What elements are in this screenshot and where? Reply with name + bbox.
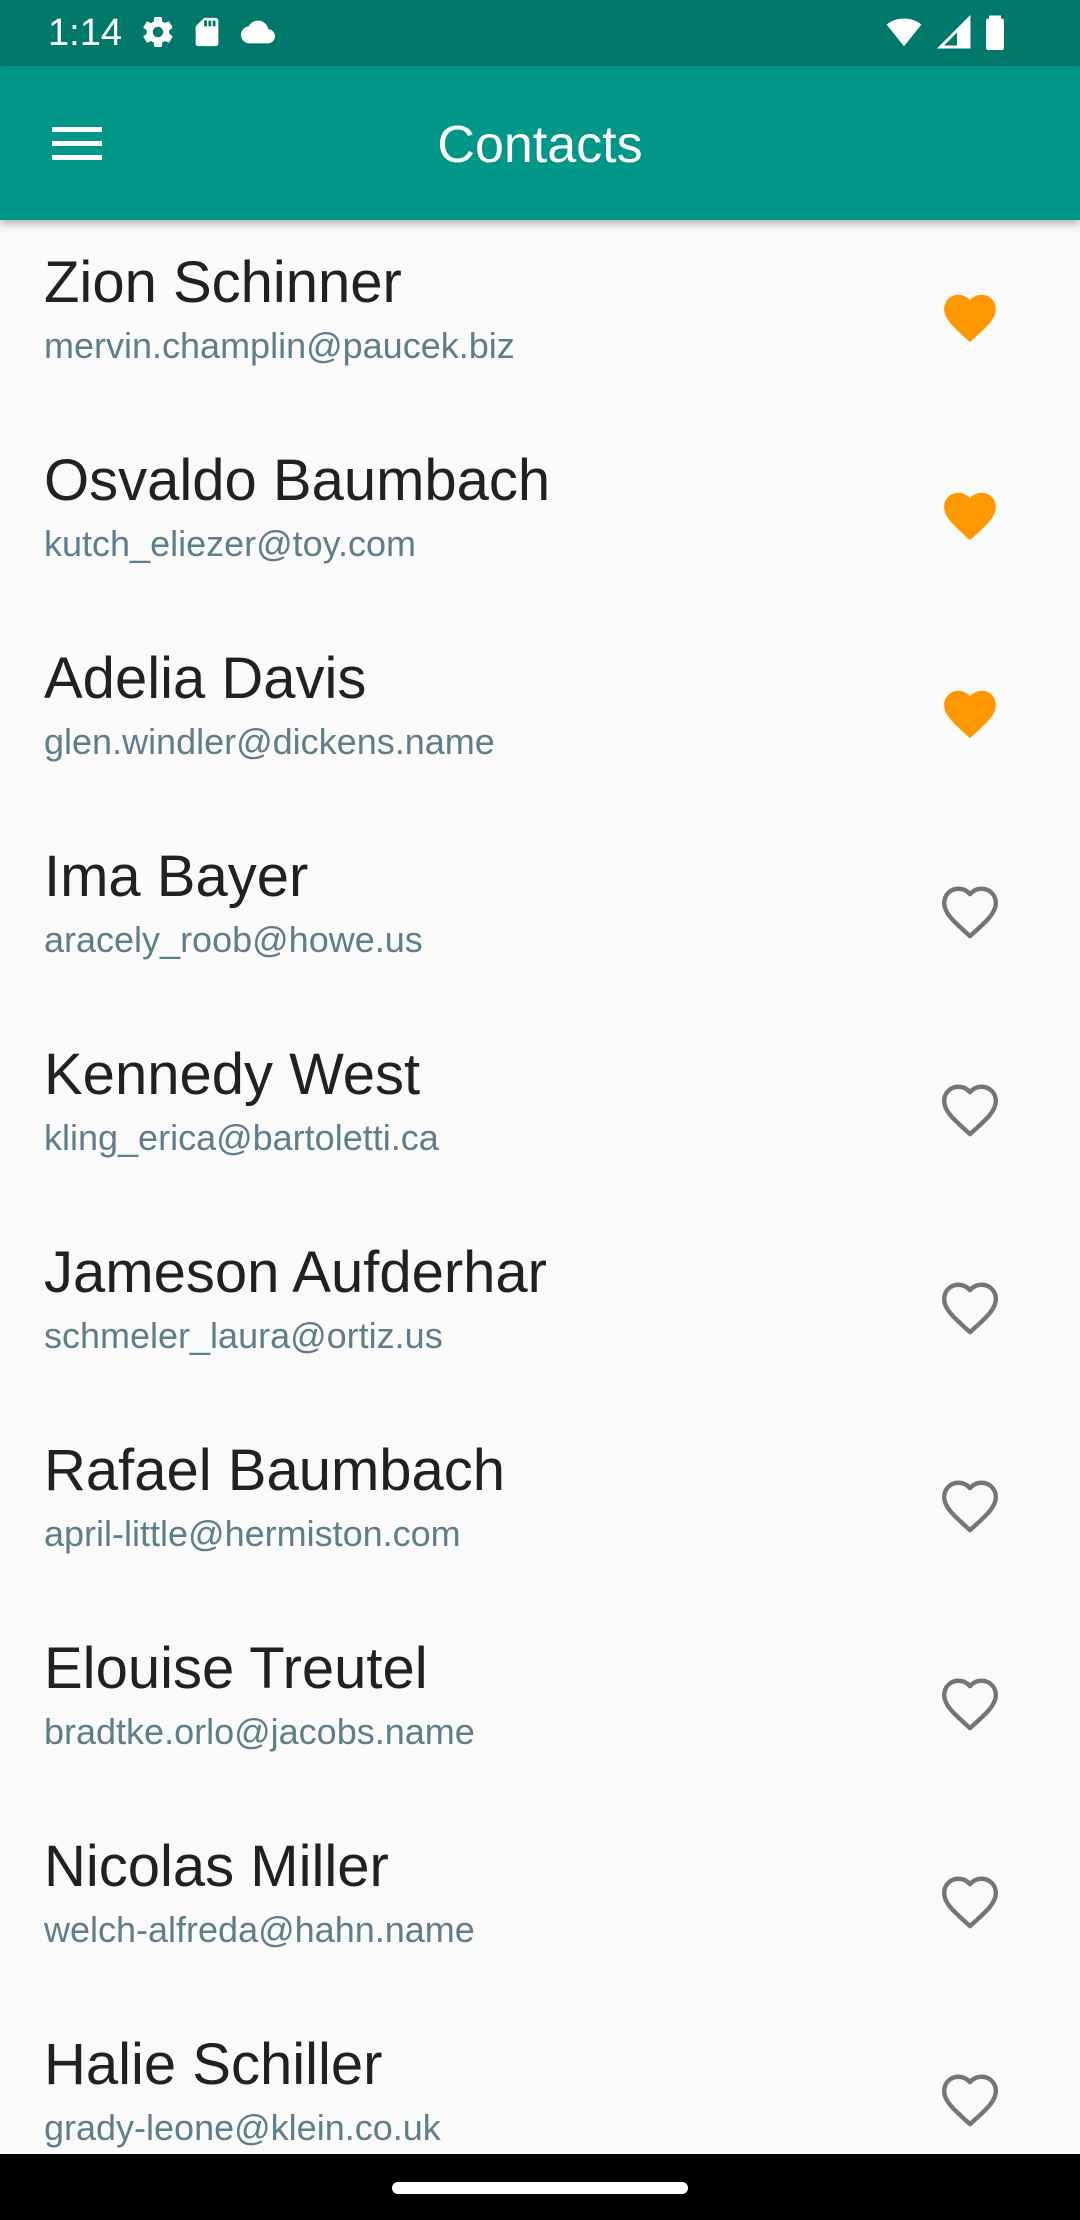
heart-filled-icon xyxy=(944,294,996,343)
settings-icon xyxy=(140,14,176,55)
signal-icon xyxy=(936,14,972,55)
contact-email: bradtke.orlo@jacobs.name xyxy=(44,1711,475,1752)
favorite-button[interactable] xyxy=(922,468,1018,564)
contact-email: glen.windler@dickens.name xyxy=(44,721,495,762)
contact-row[interactable]: Nicolas Miller welch-alfreda@hahn.name xyxy=(0,1804,1080,2002)
contact-name: Elouise Treutel xyxy=(44,1636,428,1701)
contact-name: Zion Schinner xyxy=(44,250,402,315)
favorite-button[interactable] xyxy=(922,2052,1018,2148)
heart-outline-icon xyxy=(941,1480,999,1533)
favorite-button[interactable] xyxy=(922,1260,1018,1356)
contact-name: Nicolas Miller xyxy=(44,1834,389,1899)
favorite-button[interactable] xyxy=(922,1062,1018,1158)
contact-email: schmeler_laura@ortiz.us xyxy=(44,1315,443,1356)
status-icons-left xyxy=(140,14,278,54)
contact-email: welch-alfreda@hahn.name xyxy=(44,1909,475,1950)
contact-name: Adelia Davis xyxy=(44,646,367,711)
contact-name: Kennedy West xyxy=(44,1042,421,1107)
contact-name: Jameson Aufderhar xyxy=(44,1240,547,1305)
contact-row[interactable]: Halie Schiller grady-leone@klein.co.uk xyxy=(0,2002,1080,2154)
contact-list[interactable]: Zion Schinner mervin.champlin@paucek.biz O… xyxy=(0,220,1080,2154)
sd-card-icon xyxy=(190,15,224,54)
favorite-button[interactable] xyxy=(922,666,1018,762)
contact-row[interactable]: Ima Bayer aracely_roob@howe.us xyxy=(0,814,1080,1012)
status-time: 1:14 xyxy=(48,12,122,54)
wifi-icon xyxy=(884,14,924,55)
heart-outline-icon xyxy=(941,1678,999,1731)
contact-row[interactable]: Osvaldo Baumbach kutch_eliezer@toy.com xyxy=(0,418,1080,616)
home-gesture-handle[interactable] xyxy=(392,2182,688,2194)
heart-outline-icon xyxy=(941,1876,999,1929)
heart-outline-icon xyxy=(941,886,999,939)
battery-icon xyxy=(984,14,1006,55)
cloud-icon xyxy=(238,15,278,54)
contact-name: Halie Schiller xyxy=(44,2032,383,2097)
navigation-bar xyxy=(0,2154,1080,2220)
heart-outline-icon xyxy=(941,1084,999,1137)
favorite-button[interactable] xyxy=(922,1854,1018,1950)
favorite-button[interactable] xyxy=(922,270,1018,366)
contact-name: Osvaldo Baumbach xyxy=(44,448,551,513)
favorite-button[interactable] xyxy=(922,1656,1018,1752)
app-bar: Contacts xyxy=(0,66,1080,220)
heart-filled-icon xyxy=(944,690,996,739)
contact-email: mervin.champlin@paucek.biz xyxy=(44,325,515,366)
contact-row[interactable]: Elouise Treutel bradtke.orlo@jacobs.name xyxy=(0,1606,1080,1804)
contact-row[interactable]: Zion Schinner mervin.champlin@paucek.biz xyxy=(0,220,1080,418)
contact-email: aracely_roob@howe.us xyxy=(44,919,423,960)
contact-row[interactable]: Jameson Aufderhar schmeler_laura@ortiz.us xyxy=(0,1210,1080,1408)
contact-email: grady-leone@klein.co.uk xyxy=(44,2107,441,2148)
contact-name: Ima Bayer xyxy=(44,844,309,909)
contact-row[interactable]: Rafael Baumbach april-little@hermiston.co… xyxy=(0,1408,1080,1606)
status-bar: 1:14 xyxy=(0,0,1080,66)
contact-email: kutch_eliezer@toy.com xyxy=(44,523,417,564)
contact-email: april-little@hermiston.com xyxy=(44,1513,461,1554)
favorite-button[interactable] xyxy=(922,864,1018,960)
contact-name: Rafael Baumbach xyxy=(44,1438,506,1503)
favorite-button[interactable] xyxy=(922,1458,1018,1554)
heart-filled-icon xyxy=(944,492,996,541)
contact-row[interactable]: Kennedy West kling_erica@bartoletti.ca xyxy=(0,1012,1080,1210)
contact-row[interactable]: Adelia Davis glen.windler@dickens.name xyxy=(0,616,1080,814)
heart-outline-icon xyxy=(941,2074,999,2127)
status-icons-right xyxy=(884,14,1006,54)
page-title: Contacts xyxy=(437,116,643,174)
heart-outline-icon xyxy=(941,1282,999,1335)
contact-email: kling_erica@bartoletti.ca xyxy=(44,1117,439,1158)
